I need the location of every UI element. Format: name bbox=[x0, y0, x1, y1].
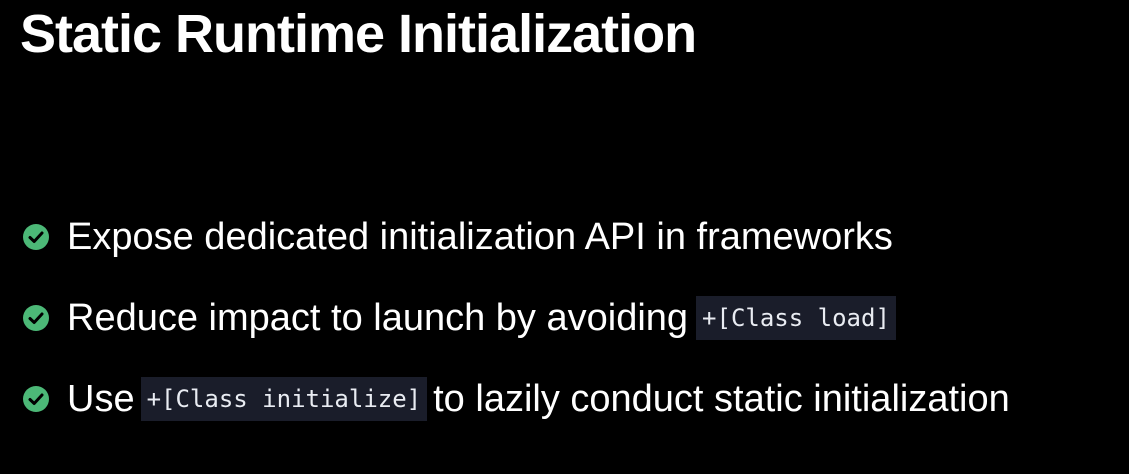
bullet-item: Reduce impact to launch by avoiding +[Cl… bbox=[22, 289, 1010, 347]
checkmark-circle-icon bbox=[23, 305, 49, 331]
checkmark-circle-icon bbox=[23, 386, 49, 412]
bullet-item: Expose dedicated initialization API in f… bbox=[22, 208, 1010, 266]
bullet-text-after: to lazily conduct static initialization bbox=[433, 378, 1010, 420]
checkmark-circle-icon bbox=[23, 224, 49, 250]
bullet-text-before: Reduce impact to launch by avoiding bbox=[67, 297, 689, 339]
bullet-item: Use +[Class initialize] to lazily conduc… bbox=[22, 370, 1010, 428]
bullet-text-before: Use bbox=[67, 378, 135, 420]
bullet-text: Expose dedicated initialization API in f… bbox=[67, 216, 893, 258]
slide-title: Static Runtime Initialization bbox=[20, 4, 697, 64]
code-snippet: +[Class initialize] bbox=[140, 377, 428, 421]
bullet-text: Reduce impact to launch by avoiding +[Cl… bbox=[67, 296, 902, 340]
bullet-text: Use +[Class initialize] to lazily conduc… bbox=[67, 377, 1010, 421]
slide: Static Runtime Initialization Expose ded… bbox=[0, 0, 1129, 474]
bullet-list: Expose dedicated initialization API in f… bbox=[22, 208, 1010, 451]
code-snippet: +[Class load] bbox=[696, 296, 896, 340]
